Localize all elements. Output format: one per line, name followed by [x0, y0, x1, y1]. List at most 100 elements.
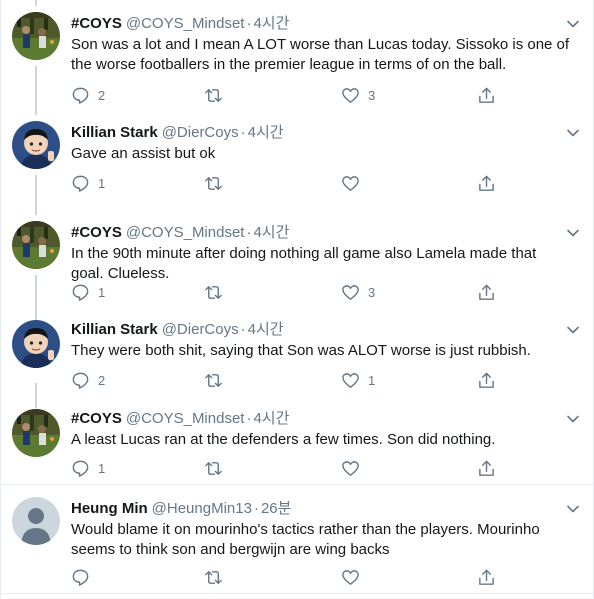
reply-button[interactable]: 1 [71, 457, 105, 479]
thread-line [35, 66, 37, 109]
chevron-down-icon[interactable] [566, 126, 580, 140]
tweet[interactable]: Killian Stark @DierCoys · 4시간 They were bot… [0, 317, 594, 406]
user-handle[interactable]: @COYS_Mindset [126, 15, 245, 32]
chevron-down-icon[interactable] [566, 323, 580, 337]
retweet-icon [205, 88, 222, 102]
reply-count: 1 [98, 284, 106, 300]
chevron-down-icon[interactable] [566, 226, 580, 240]
thread-line [35, 175, 37, 209]
tweet[interactable]: #COYS @COYS_Mindset · 4시간 Son was a lot and… [0, 0, 594, 109]
share-button[interactable] [477, 369, 496, 391]
display-name[interactable]: #COYS [71, 224, 122, 241]
tweet[interactable]: Heung Min @HeungMin13 · 26분 Would blame it … [0, 485, 594, 594]
like-button[interactable] [341, 457, 368, 479]
tweet-actions: 1 3 [71, 281, 511, 303]
reply-icon [72, 284, 89, 301]
reply-button[interactable] [71, 566, 98, 588]
retweet-button[interactable] [204, 84, 231, 106]
share-button[interactable] [477, 84, 496, 106]
display-name[interactable]: Killian Stark [71, 321, 158, 338]
reply-button[interactable]: 2 [71, 369, 105, 391]
timestamp[interactable]: 4시간 [253, 410, 289, 427]
tweet[interactable]: #COYS @COYS_Mindset · 4시간 In the 90th minut… [0, 209, 594, 317]
share-icon [479, 460, 494, 476]
user-handle[interactable]: @DierCoys [162, 321, 239, 338]
reply-icon [72, 87, 89, 104]
display-name[interactable]: Killian Stark [71, 124, 158, 141]
reply-button[interactable]: 2 [71, 84, 105, 106]
avatar[interactable] [12, 320, 60, 368]
retweet-button[interactable] [204, 281, 231, 303]
reply-count: 2 [98, 87, 106, 103]
display-name[interactable]: #COYS [71, 15, 122, 32]
timestamp[interactable]: 4시간 [253, 224, 289, 241]
share-button[interactable] [477, 281, 496, 303]
share-button[interactable] [477, 566, 496, 588]
heart-icon [342, 460, 359, 476]
share-icon [479, 372, 494, 388]
like-count: 1 [368, 372, 376, 388]
tweet-header: Heung Min @HeungMin13 · 26분 [71, 499, 291, 519]
share-icon [479, 569, 494, 585]
cartoon-avatar-image [12, 121, 60, 169]
retweet-button[interactable] [204, 566, 231, 588]
avatar[interactable] [12, 409, 60, 457]
timestamp[interactable]: 26분 [261, 500, 292, 517]
tweet[interactable]: Killian Stark @DierCoys · 4시간 Gave an assis… [0, 109, 594, 209]
display-name[interactable]: Heung Min [71, 500, 148, 517]
tweet-actions [71, 566, 511, 588]
timestamp[interactable]: 4시간 [248, 321, 284, 338]
retweet-button[interactable] [204, 369, 231, 391]
like-button[interactable]: 3 [341, 84, 375, 106]
like-button[interactable]: 3 [341, 281, 375, 303]
like-count: 3 [368, 284, 376, 300]
reply-count: 2 [98, 372, 106, 388]
retweet-icon [205, 373, 222, 387]
user-handle[interactable]: @DierCoys [162, 124, 239, 141]
display-name[interactable]: #COYS [71, 410, 122, 427]
tweet[interactable]: #COYS @COYS_Mindset · 4시간 A least Lucas ran… [0, 406, 594, 485]
share-button[interactable] [477, 457, 496, 479]
thread-line [35, 0, 37, 6]
user-handle[interactable]: @COYS_Mindset [126, 410, 245, 427]
cartoon-avatar-image [12, 320, 60, 368]
reply-button[interactable]: 1 [71, 172, 105, 194]
retweet-button[interactable] [204, 172, 231, 194]
separator-dot: · [246, 15, 252, 32]
reply-count: 1 [98, 460, 106, 476]
tweet-text: Son was a lot and I mean A LOT worse tha… [71, 36, 570, 73]
tweet-text: In the 90th minute after doing nothing a… [71, 245, 537, 282]
share-icon [479, 175, 494, 191]
tweet-text: Gave an assist but ok [71, 145, 216, 162]
avatar[interactable] [12, 221, 60, 269]
user-handle[interactable]: @HeungMin13 [152, 500, 252, 517]
tweet-header: #COYS @COYS_Mindset · 4시간 [71, 14, 289, 34]
thread-line [35, 383, 37, 406]
chevron-down-icon[interactable] [566, 502, 580, 516]
chevron-down-icon[interactable] [566, 412, 580, 426]
tweet-header: Killian Stark @DierCoys · 4시간 [71, 123, 284, 143]
like-button[interactable]: 1 [341, 369, 375, 391]
avatar[interactable] [12, 12, 60, 60]
avatar[interactable] [12, 121, 60, 169]
like-button[interactable] [341, 172, 368, 194]
photo-avatar-image [12, 221, 60, 269]
tweet-actions: 1 [71, 172, 511, 194]
reply-button[interactable]: 1 [71, 281, 105, 303]
timestamp[interactable]: 4시간 [253, 15, 289, 32]
avatar[interactable] [12, 497, 60, 545]
heart-icon [342, 284, 359, 300]
reply-icon [72, 175, 89, 192]
user-handle[interactable]: @COYS_Mindset [126, 224, 245, 241]
tweet-header: #COYS @COYS_Mindset · 4시간 [71, 409, 289, 429]
timestamp[interactable]: 4시간 [248, 124, 284, 141]
retweet-button[interactable] [204, 457, 231, 479]
tweet-actions: 2 1 [71, 369, 511, 391]
tweet-header: #COYS @COYS_Mindset · 4시간 [71, 223, 289, 243]
like-button[interactable] [341, 566, 368, 588]
chevron-down-icon[interactable] [566, 17, 580, 31]
share-button[interactable] [477, 172, 496, 194]
thread-line [35, 109, 37, 115]
retweet-icon [205, 176, 222, 190]
separator-dot: · [240, 321, 246, 338]
